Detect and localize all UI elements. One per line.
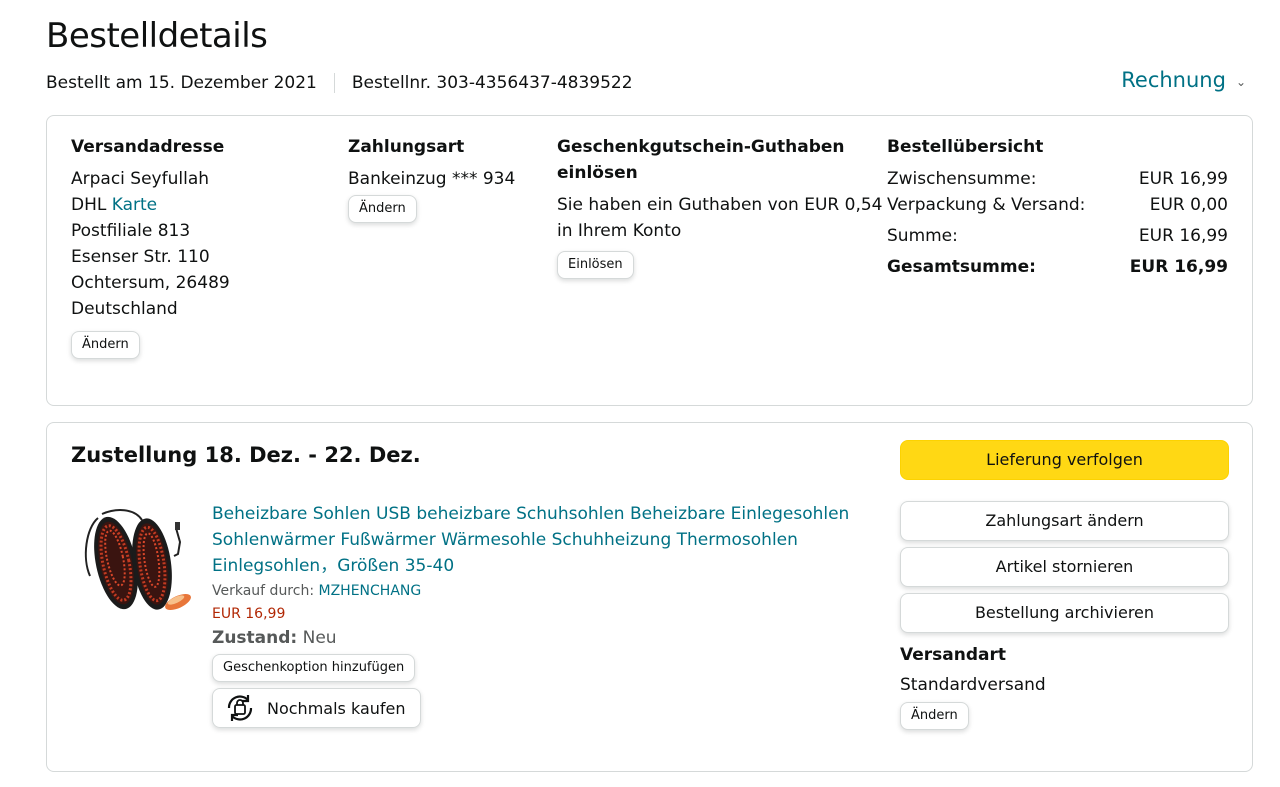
address-country: Deutschland	[71, 299, 178, 319]
shipment-actions: Lieferung verfolgen Zahlungsart ändern A…	[900, 440, 1229, 730]
gift-card-balance-line1: Sie haben ein Guthaben von EUR 0,54	[557, 195, 883, 215]
change-address-button[interactable]: Ändern	[71, 331, 140, 359]
change-payment-button[interactable]: Zahlungsart ändern	[900, 501, 1229, 541]
order-summary-heading: Bestellübersicht	[887, 137, 1044, 157]
add-gift-option-button[interactable]: Geschenkoption hinzufügen	[212, 654, 416, 682]
carrier-name: DHL	[71, 195, 107, 215]
buy-again-icon	[227, 695, 253, 721]
gift-card-section: Geschenkgutschein-Guthaben einlösen Sie …	[557, 134, 882, 279]
track-package-button[interactable]: Lieferung verfolgen	[900, 440, 1229, 480]
buy-again-button[interactable]: Nochmals kaufen	[212, 688, 421, 728]
page-title: Bestelldetails	[46, 16, 268, 56]
summary-row-shipping: Verpackung & Versand: EUR 0,00	[887, 195, 1228, 215]
gift-card-heading: Geschenkgutschein-Guthaben einlösen	[557, 137, 845, 183]
order-number: Bestellnr. 303-4356437-4839522	[351, 73, 633, 93]
seller-link[interactable]: MZHENCHANG	[319, 583, 422, 599]
carrier-line: DHL Karte	[71, 192, 230, 218]
change-shipping-method-button[interactable]: Ändern	[900, 702, 969, 730]
meta-divider	[333, 73, 335, 93]
summary-row-sum: Summe: EUR 16,99	[887, 226, 1228, 246]
archive-order-button[interactable]: Bestellung archivieren	[900, 593, 1229, 633]
shipping-method-value: Standardversand	[900, 675, 1046, 695]
invoice-label: Rechnung	[1121, 68, 1226, 92]
product-condition: Zustand: Neu	[212, 628, 337, 648]
chevron-down-icon: ⌄	[1235, 74, 1246, 89]
payment-method: Bankeinzug *** 934	[348, 169, 516, 189]
shipping-address-heading: Versandadresse	[71, 137, 225, 157]
shipment-card: Zustellung 18. Dez. - 22. Dez. Beheizbar…	[46, 422, 1253, 772]
summary-row-total: Gesamtsumme: EUR 16,99	[887, 257, 1228, 277]
delivery-date-heading: Zustellung 18. Dez. - 22. Dez.	[71, 443, 421, 467]
product-title-link[interactable]: Beheizbare Sohlen USB beheizbare Schuhso…	[212, 501, 852, 579]
sold-by: Verkauf durch: MZHENCHANG	[212, 583, 422, 599]
carrier-map-link[interactable]: Karte	[112, 195, 157, 215]
summary-row-subtotal: Zwischensumme: EUR 16,99	[887, 169, 1228, 189]
payment-heading: Zahlungsart	[348, 137, 465, 157]
payment-section: Zahlungsart Bankeinzug *** 934 Ändern	[348, 134, 515, 223]
recipient-name: Arpaci Seyfullah	[71, 169, 210, 189]
gift-card-balance-line2: in Ihrem Konto	[557, 221, 682, 241]
buy-again-label: Nochmals kaufen	[267, 698, 406, 718]
order-meta: Bestellt am 15. Dezember 2021 Bestellnr.…	[46, 73, 633, 93]
cancel-item-button[interactable]: Artikel stornieren	[900, 547, 1229, 587]
product-price: EUR 16,99	[212, 606, 286, 622]
redeem-button[interactable]: Einlösen	[557, 251, 634, 279]
address-line-1: Postfiliale 813	[71, 221, 191, 241]
order-summary-section: Bestellübersicht Zwischensumme: EUR 16,9…	[887, 134, 1228, 280]
invoice-dropdown[interactable]: Rechnung ⌄	[1121, 68, 1246, 92]
change-payment-small-button[interactable]: Ändern	[348, 195, 417, 223]
order-date: Bestellt am 15. Dezember 2021	[46, 73, 317, 93]
address-line-2: Esenser Str. 110	[71, 247, 210, 267]
product-info: Beheizbare Sohlen USB beheizbare Schuhso…	[212, 501, 852, 729]
product-image[interactable]	[76, 498, 196, 618]
shipping-address-section: Versandadresse Arpaci Seyfullah DHL Kart…	[71, 134, 230, 359]
address-line-3: Ochtersum, 26489	[71, 273, 230, 293]
shipping-method-heading: Versandart	[900, 645, 1006, 665]
order-info-card: Versandadresse Arpaci Seyfullah DHL Kart…	[46, 115, 1253, 406]
